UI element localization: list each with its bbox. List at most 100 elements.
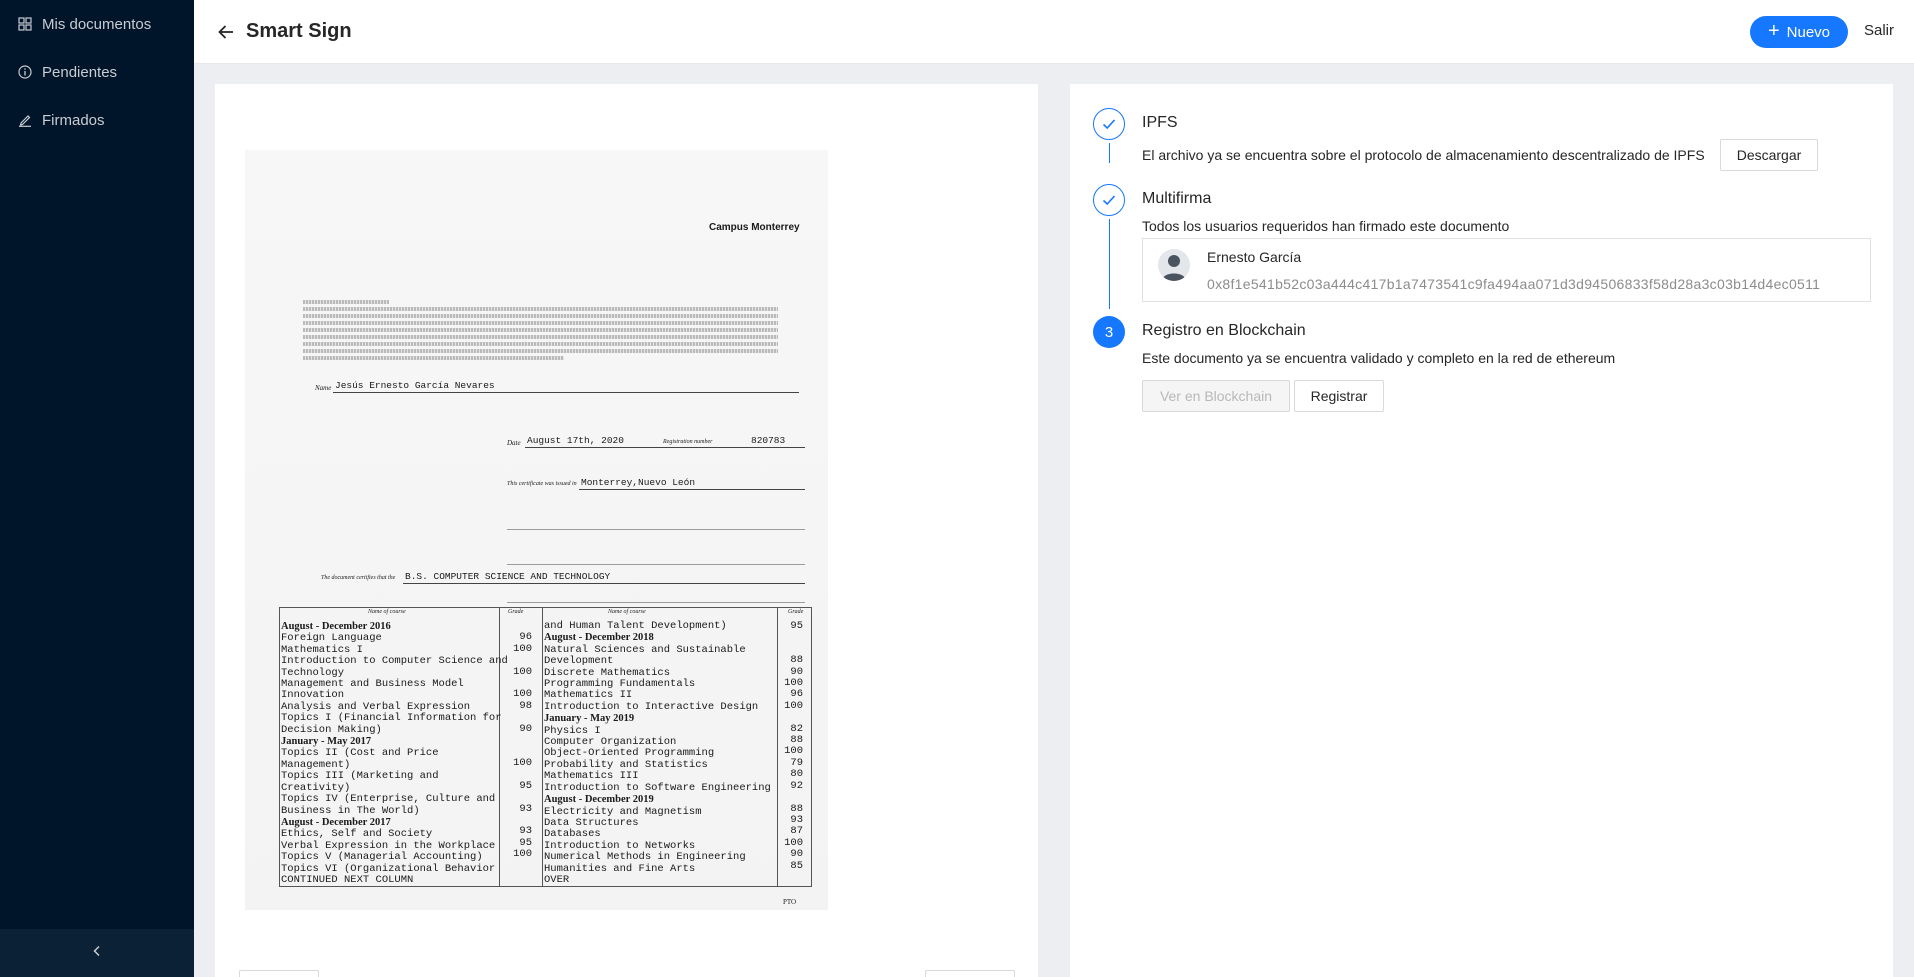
grades-course-header: Name of course bbox=[368, 609, 406, 615]
course-name: Introduction to Computer Science and bbox=[281, 655, 508, 668]
doc-registration: 820783 bbox=[751, 435, 786, 446]
step-blockchain-description: Este documento ya se encuentra validado … bbox=[1142, 350, 1616, 366]
document-page[interactable]: Campus Monterrey Name Jesús Ernesto Garc… bbox=[245, 150, 828, 910]
course-name: and Human Talent Development) bbox=[544, 620, 727, 632]
grades-right-values: 95 88 90 100 96 100 82 88 100 79 80 92 88 93 87 100 9… bbox=[777, 620, 803, 883]
course-grade: 88 bbox=[790, 654, 803, 667]
next-page-button[interactable] bbox=[925, 970, 1015, 977]
term-heading-text: January - May 2017 bbox=[281, 736, 372, 748]
avatar bbox=[1158, 249, 1190, 281]
doc-fine-print bbox=[303, 300, 778, 363]
header: Smart Sign + Nuevo Salir bbox=[194, 0, 1914, 64]
grades-table: Name of course Grade Name of course Grad… bbox=[279, 607, 812, 887]
back-arrow-icon[interactable] bbox=[214, 20, 238, 44]
sidebar: Mis documentos Pendientes Firmados bbox=[0, 0, 194, 977]
grades-grade-header: Grade bbox=[508, 609, 524, 615]
step-connector bbox=[1109, 219, 1110, 309]
course-grade: 90 bbox=[790, 848, 803, 861]
course-name: Topics I (Financial Information for bbox=[281, 712, 502, 725]
check-icon bbox=[1093, 108, 1125, 140]
sidebar-item-mis-documentos[interactable]: Mis documentos bbox=[0, 0, 194, 48]
term-heading: August - December 2018 bbox=[544, 632, 771, 644]
previous-page-button[interactable] bbox=[239, 970, 319, 977]
course-grade: 80 bbox=[790, 768, 803, 781]
sidebar-item-label: Pendientes bbox=[42, 63, 118, 81]
signer-card: Ernesto García 0x8f1e541b52c03a444c417b1… bbox=[1142, 238, 1871, 302]
chevron-left-icon bbox=[91, 944, 103, 962]
course-grade bbox=[499, 872, 532, 883]
course-name: Decision Making) bbox=[281, 723, 382, 736]
course-name: Topics IV (Enterprise, Culture and bbox=[281, 793, 496, 806]
new-document-button[interactable]: + Nuevo bbox=[1750, 16, 1848, 48]
signing-steps-card: IPFS El archivo ya se encuentra sobre el… bbox=[1070, 84, 1893, 977]
download-button[interactable]: Descargar bbox=[1720, 139, 1818, 171]
doc-pto: PTO bbox=[783, 898, 797, 906]
grid-icon bbox=[18, 17, 32, 31]
step-blockchain-title: Registro en Blockchain bbox=[1142, 322, 1306, 339]
document-preview-card: Campus Monterrey Name Jesús Ernesto Garc… bbox=[215, 84, 1038, 977]
sidebar-collapse-button[interactable] bbox=[0, 929, 194, 977]
course-name: Humanities and Fine Arts bbox=[544, 862, 696, 875]
view-on-blockchain-button[interactable]: Ver en Blockchain bbox=[1142, 380, 1290, 412]
doc-issued-place: Monterrey,Nuevo León bbox=[581, 477, 696, 488]
course-grade bbox=[499, 655, 532, 666]
course-grade bbox=[777, 872, 803, 883]
doc-student-name: Jesús Ernesto García Nevares bbox=[335, 380, 495, 391]
course-grade bbox=[499, 792, 532, 803]
step-multifirma-title: Multifirma bbox=[1142, 190, 1212, 207]
grades-right-courses: and Human Talent Development) August - De… bbox=[544, 620, 771, 886]
course-name: Introduction to Software Engineering bbox=[544, 781, 771, 794]
new-button-label: Nuevo bbox=[1786, 23, 1831, 41]
signer-address: 0x8f1e541b52c03a444c417b1a7473541c9fa494… bbox=[1207, 276, 1821, 292]
doc-program-label: The document certifies that the bbox=[321, 575, 396, 581]
term-heading-text: August - December 2017 bbox=[281, 816, 391, 828]
course-name: Business in The World) bbox=[281, 804, 420, 817]
step-ipfs-title: IPFS bbox=[1142, 114, 1178, 131]
term-heading-text: January - May 2019 bbox=[544, 713, 635, 725]
doc-campus: Campus Monterrey bbox=[709, 222, 800, 233]
course-grade: 87 bbox=[790, 825, 803, 838]
course-grade bbox=[499, 712, 532, 723]
doc-registration-label: Registration number bbox=[663, 439, 713, 445]
sidebar-item-pendientes[interactable]: Pendientes bbox=[0, 48, 194, 96]
course-grade: 93 bbox=[519, 825, 532, 838]
sidebar-item-firmados[interactable]: Firmados bbox=[0, 96, 194, 144]
course-name: Introduction to Interactive Design bbox=[544, 700, 759, 713]
course-grade bbox=[777, 792, 803, 803]
course-name: Databases bbox=[544, 828, 601, 841]
info-circle-icon bbox=[18, 65, 32, 79]
doc-name-label: Name bbox=[315, 384, 332, 392]
course-name: Development bbox=[544, 655, 614, 668]
course-name: OVER bbox=[544, 873, 570, 886]
page-title: Smart Sign bbox=[246, 20, 352, 42]
grades-course-header-2: Name of course bbox=[608, 609, 646, 615]
course-grade: 100 bbox=[513, 848, 532, 861]
step-connector bbox=[1109, 143, 1110, 163]
step-number-badge: 3 bbox=[1093, 316, 1125, 348]
doc-program: B.S. COMPUTER SCIENCE AND TECHNOLOGY bbox=[405, 571, 611, 582]
course-name: CONTINUED NEXT COLUMN bbox=[281, 873, 414, 886]
register-button[interactable]: Registrar bbox=[1294, 380, 1384, 412]
course-name: Numerical Methods in Engineering bbox=[544, 851, 746, 864]
course-name: Topics V (Managerial Accounting) bbox=[281, 851, 483, 864]
step-multifirma-description: Todos los usuarios requeridos han firmad… bbox=[1142, 218, 1510, 234]
course-name: Ethics, Self and Society bbox=[281, 828, 433, 841]
term-heading-text: August - December 2016 bbox=[281, 621, 391, 632]
course-name: Mathematics III bbox=[544, 770, 639, 783]
term-heading-text: August - December 2018 bbox=[544, 632, 654, 644]
term-heading: January - May 2019 bbox=[544, 713, 771, 725]
course-name: Topics III (Marketing and bbox=[281, 770, 439, 783]
logout-link[interactable]: Salir bbox=[1864, 22, 1894, 39]
plus-icon: + bbox=[1767, 20, 1780, 42]
check-icon bbox=[1093, 184, 1125, 216]
course-grade bbox=[777, 712, 803, 723]
grades-left-courses: August - December 2016 Foreign Language Ma… bbox=[281, 621, 508, 886]
sidebar-item-label: Firmados bbox=[42, 111, 105, 129]
sidebar-item-label: Mis documentos bbox=[42, 15, 152, 33]
step-ipfs-description: El archivo ya se encuentra sobre el prot… bbox=[1142, 147, 1705, 163]
grades-grade-header-2: Grade bbox=[788, 609, 804, 615]
signer-name: Ernesto García bbox=[1207, 249, 1302, 265]
doc-issued-label: This certificate was issued in bbox=[507, 481, 577, 487]
term-heading: August - December 2019 bbox=[544, 794, 771, 806]
grades-left-values: 96 100 100 100 98 90 100 95 93 93 95 100 bbox=[499, 621, 532, 883]
